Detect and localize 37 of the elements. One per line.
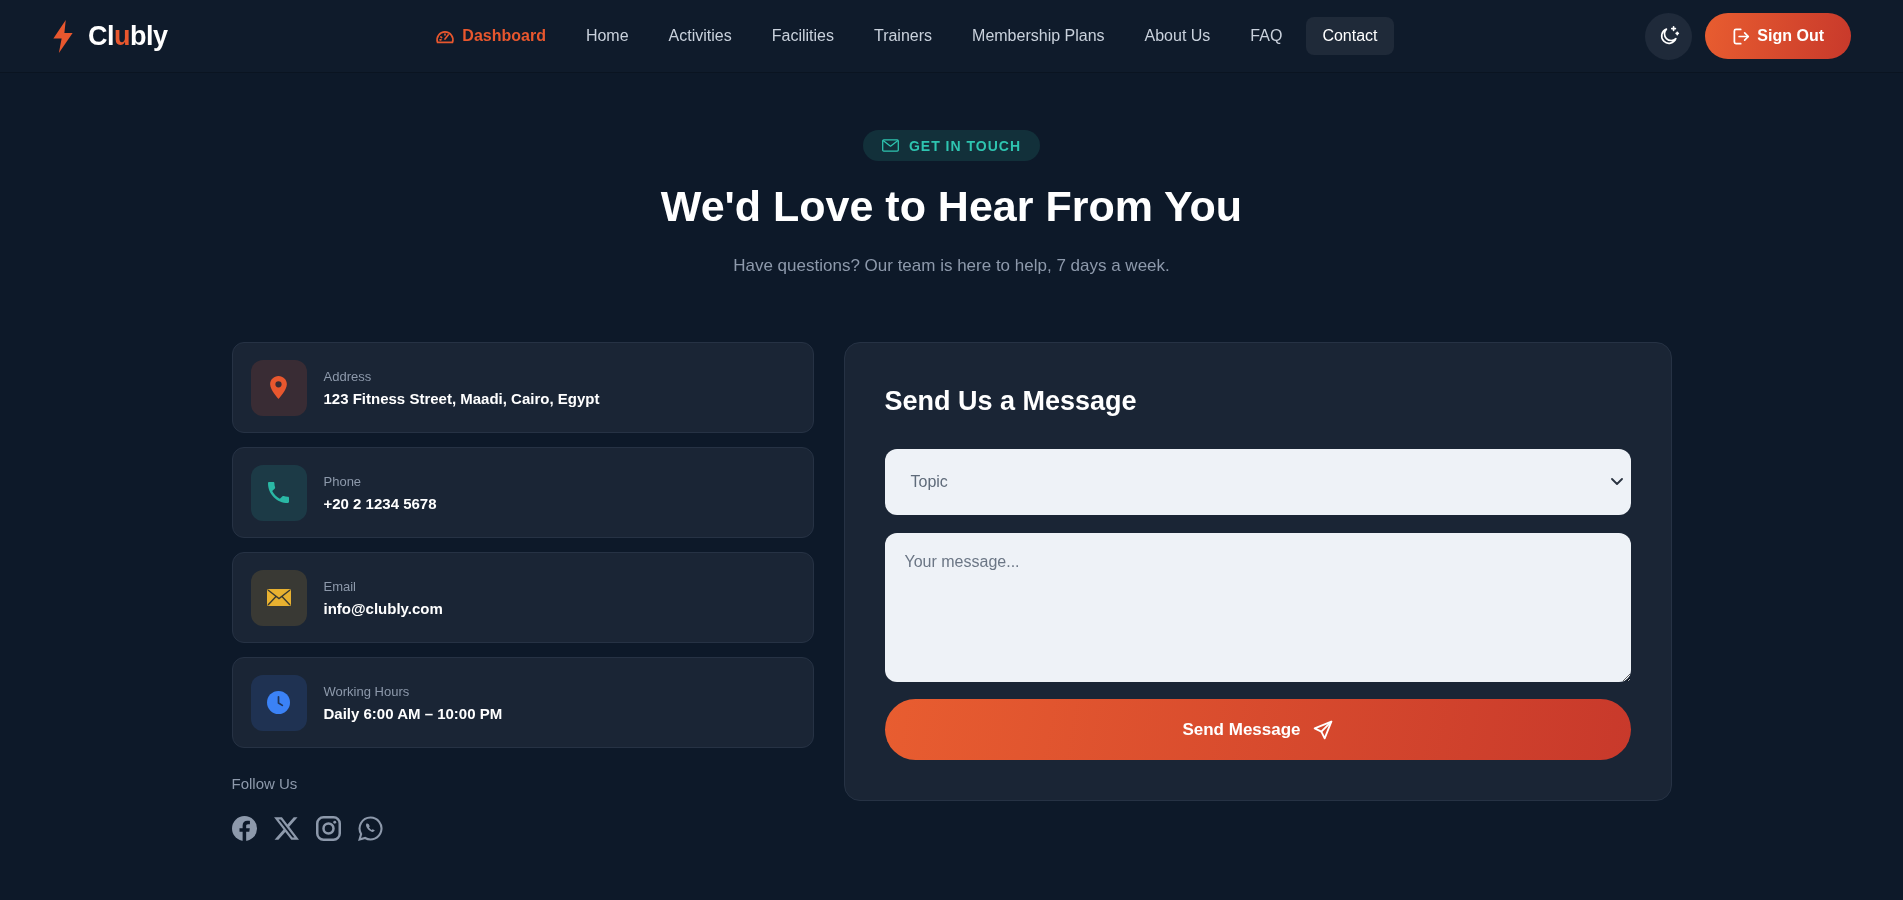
contact-label: Email [323, 578, 356, 594]
follow-label: Follow Us [231, 775, 298, 792]
envelope-icon [881, 139, 899, 152]
contact-value: Daily 6:00 AM – 10:00 PM [323, 704, 503, 722]
logout-icon [1732, 26, 1752, 46]
form-title: Send Us a Message [884, 385, 1138, 418]
contact-value: 123 Fitness Street, Maadi, Cairo, Egypt [323, 389, 600, 407]
nav-link[interactable]: FAQ [1234, 17, 1299, 55]
sign-out-button[interactable]: Sign Out [1705, 13, 1851, 59]
paper-plane-icon [1312, 719, 1333, 740]
page-subtitle: Have questions? Our team is here to help, 7 days a week. [733, 255, 1170, 277]
nav-link[interactable]: Membership Plans [956, 17, 1121, 55]
nav-link[interactable]: Facilities [755, 17, 850, 55]
contact-value: info@clubly.com [323, 599, 443, 617]
nav-link[interactable]: Home [569, 17, 645, 55]
instagram-icon[interactable] [315, 816, 341, 841]
contact-label: Working Hours [323, 683, 410, 699]
contact-label: Phone [323, 473, 362, 489]
badge-text: GET IN TOUCH [908, 137, 1022, 154]
dashboard-link[interactable]: Dashboard [419, 17, 562, 55]
x-logo-icon[interactable] [273, 816, 299, 841]
nav-link[interactable]: Contact [1306, 17, 1394, 55]
message-field[interactable]: Your message... [884, 533, 1631, 682]
chevron-down-icon [1610, 478, 1623, 486]
logo-text[interactable]: Clubly [88, 20, 168, 52]
topic-select[interactable]: Topic [884, 449, 1631, 515]
contact-label: Address [323, 368, 372, 384]
nav-link[interactable]: Activities [652, 17, 748, 55]
whatsapp-icon[interactable] [357, 816, 383, 841]
facebook-icon[interactable] [231, 816, 257, 841]
nav-link[interactable]: About Us [1128, 17, 1227, 55]
nav-link[interactable]: Trainers [857, 17, 949, 55]
contact-value: +20 2 1234 5678 [323, 494, 437, 512]
send-message-button[interactable]: Send Message [884, 699, 1631, 760]
page-heading: We'd Love to Hear From You [660, 182, 1243, 230]
gauge-icon [435, 28, 456, 44]
lightning-bolt-icon [52, 19, 74, 53]
